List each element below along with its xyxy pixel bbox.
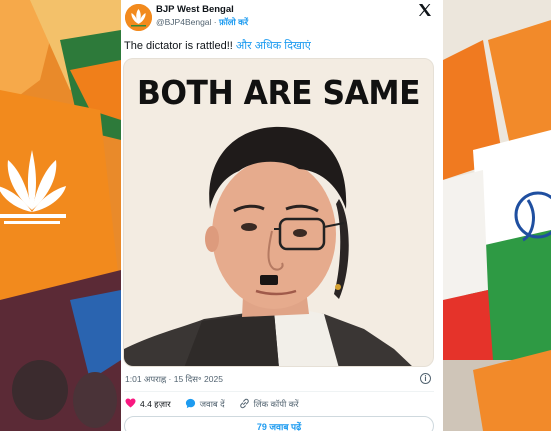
account-handle[interactable]: @BJP4Bengal [156, 17, 211, 27]
tweet-image[interactable]: BOTH ARE SAME [123, 58, 434, 367]
account-name[interactable]: BJP West Bengal [156, 4, 234, 15]
avatar[interactable] [125, 4, 152, 31]
tricolor-flags-illustration [443, 0, 551, 431]
right-flags-photo [443, 0, 551, 431]
like-count: 4.4 हज़ार [140, 398, 171, 409]
left-flags-photo [0, 0, 121, 431]
bjp-logo-icon [125, 4, 152, 31]
read-replies-button[interactable]: 79 जवाब पढ़ें [124, 416, 434, 431]
reply-label: जवाब दें [199, 398, 225, 409]
account-handle-row: @BJP4Bengal · फ़ॉलो करें [156, 17, 248, 28]
copy-link-button[interactable]: लिंक कॉपी करें [239, 398, 299, 411]
copy-link-label: लिंक कॉपी करें [253, 398, 299, 409]
tweet-text: The dictator is rattled!! और अधिक दिखाएं [124, 38, 311, 53]
reply-icon [185, 398, 196, 411]
show-more-link[interactable]: और अधिक दिखाएं [236, 40, 311, 52]
tweet-actions: 4.4 हज़ार जवाब दें लिंक कॉपी करें [125, 397, 313, 411]
x-logo-icon[interactable] [417, 2, 433, 18]
tweet-timestamp[interactable]: 1:01 अपराह्न · 15 दिस॰ 2025 [125, 374, 223, 385]
link-icon [239, 398, 250, 411]
heart-icon [125, 398, 136, 410]
info-icon[interactable]: i [420, 373, 431, 384]
handle-separator: · [213, 17, 217, 27]
saffron-flags-illustration [0, 0, 121, 431]
portrait-illustration [124, 126, 412, 366]
follow-button[interactable]: फ़ॉलो करें [219, 17, 248, 27]
like-button[interactable]: 4.4 हज़ार [125, 398, 171, 410]
reply-button[interactable]: जवाब दें [185, 398, 225, 411]
divider [124, 391, 434, 392]
screenshot-composite: BJP West Bengal @BJP4Bengal · फ़ॉलो करें… [0, 0, 551, 431]
tweet-body: The dictator is rattled!! [124, 40, 233, 52]
